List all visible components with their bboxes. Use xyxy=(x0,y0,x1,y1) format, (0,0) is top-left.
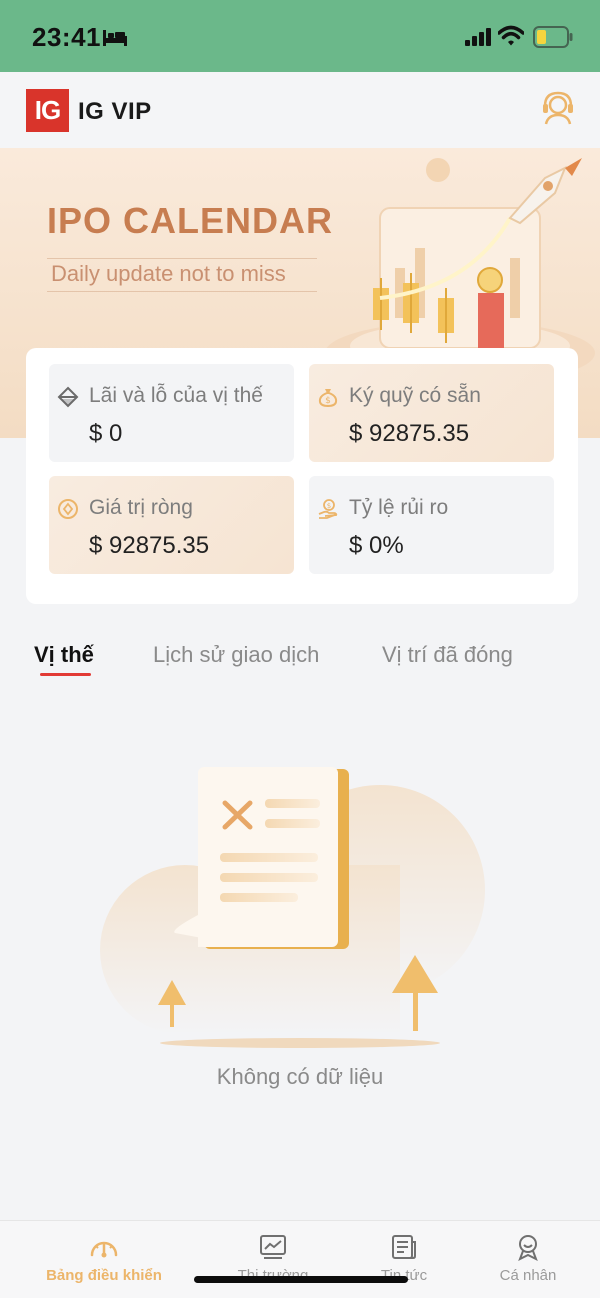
nav-label: Bảng điều khiển xyxy=(46,1267,162,1284)
bed-icon xyxy=(103,30,127,46)
position-tabs: Vị thế Lịch sử giao dịch Vị trí đã đóng xyxy=(0,638,600,682)
stat-label: Lãi và lỗ của vị thế xyxy=(89,384,263,407)
hand-coin-icon: $ xyxy=(318,499,338,519)
stat-position-pnl: Lãi và lỗ của vị thế $ 0 xyxy=(49,364,294,462)
wifi-icon xyxy=(498,25,524,46)
home-indicator xyxy=(194,1276,408,1283)
money-bag-icon: $ xyxy=(318,389,338,408)
stat-label: Ký quỹ có sẵn xyxy=(349,384,481,407)
market-chart-icon xyxy=(260,1235,286,1259)
empty-state-illustration xyxy=(100,767,485,1048)
stat-value: $ 92875.35 xyxy=(89,532,210,559)
account-summary-card: Lãi và lỗ của vị thế $ 0 $ Ký quỹ có sẵn… xyxy=(26,348,578,604)
battery-icon xyxy=(533,26,573,48)
profile-icon xyxy=(518,1235,538,1261)
status-time: 23:41 xyxy=(32,22,101,52)
coin-icon xyxy=(58,499,78,519)
stat-value: $ 0 xyxy=(89,420,123,447)
stat-label: Giá trị ròng xyxy=(89,496,193,519)
tab-trade-history[interactable]: Lịch sử giao dịch xyxy=(153,642,319,668)
news-icon xyxy=(392,1235,416,1259)
stat-value: $ 0% xyxy=(349,532,404,559)
app-title: IG VIP xyxy=(78,98,152,125)
nav-dashboard[interactable]: Bảng điều khiển xyxy=(29,1233,179,1284)
app-header: IG IG VIP xyxy=(0,72,600,148)
customer-support-icon[interactable] xyxy=(540,90,576,126)
ig-logo: IG xyxy=(26,89,69,132)
tab-positions[interactable]: Vị thế xyxy=(34,642,94,668)
bottom-nav: Bảng điều khiển Thị trường Tin tức Cá nh… xyxy=(0,1220,600,1298)
stat-net-worth: Giá trị ròng $ 92875.35 xyxy=(49,476,294,574)
dashboard-gauge-icon xyxy=(90,1241,118,1258)
banner-subtitle: Daily update not to miss xyxy=(47,258,317,292)
status-bar: 23:41 xyxy=(0,0,600,72)
diamond-icon xyxy=(57,386,79,408)
svg-text:$: $ xyxy=(327,502,331,510)
tab-active-indicator xyxy=(40,673,91,676)
tab-closed-positions[interactable]: Vị trí đã đóng xyxy=(382,642,513,668)
stat-value: $ 92875.35 xyxy=(349,420,470,447)
nav-label: Cá nhân xyxy=(499,1267,557,1284)
stat-label: Tỷ lệ rủi ro xyxy=(349,496,449,519)
signal-icon xyxy=(465,28,491,46)
stat-available-margin: $ Ký quỹ có sẵn $ 92875.35 xyxy=(309,364,554,462)
nav-profile[interactable]: Cá nhân xyxy=(453,1233,600,1284)
svg-text:$: $ xyxy=(325,396,331,406)
empty-state-text: Không có dữ liệu xyxy=(216,1064,384,1089)
stat-risk-ratio: $ Tỷ lệ rủi ro $ 0% xyxy=(309,476,554,574)
banner-title: IPO CALENDAR xyxy=(47,200,334,241)
